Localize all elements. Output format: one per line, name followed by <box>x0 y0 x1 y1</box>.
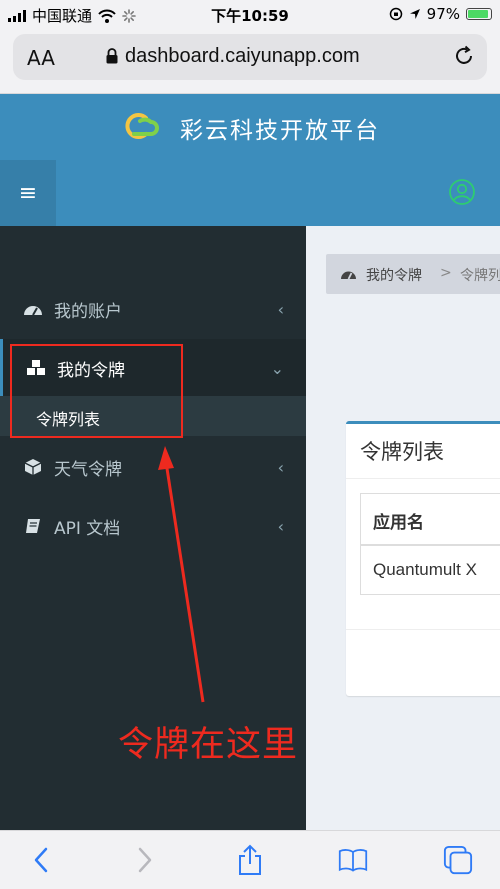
user-avatar-icon[interactable] <box>448 178 476 206</box>
top-navbar: ≡ <box>0 160 500 226</box>
breadcrumb-current: 令牌列表 <box>460 268 500 284</box>
table-row[interactable]: Quantumult X <box>361 546 500 596</box>
battery-percent: 97% <box>426 5 460 23</box>
box-footer <box>346 629 500 630</box>
forward-button[interactable] <box>130 845 160 875</box>
sidebar-item-label: 天气令牌 <box>54 459 122 480</box>
text-size-button[interactable]: AA <box>27 46 55 70</box>
tabs-button[interactable] <box>443 845 473 875</box>
chevron-left-icon: ‹ <box>277 516 284 536</box>
chevron-left-icon: ‹ <box>277 299 284 319</box>
orientation-lock-icon <box>389 7 402 21</box>
battery-icon <box>466 8 492 20</box>
caiyun-logo-icon <box>125 113 159 139</box>
chevron-right-icon <box>138 847 152 873</box>
book-icon <box>22 515 44 537</box>
url-text[interactable]: dashboard.caiyunapp.com <box>125 45 360 68</box>
sidebar-item-my-account[interactable]: 我的账户 ‹ <box>0 280 306 338</box>
status-right: 97% <box>389 5 492 23</box>
breadcrumb-link-my-tokens[interactable]: 我的令牌 <box>366 265 422 285</box>
annotation-label: 令牌在这里 <box>118 725 299 765</box>
annotation-highlight-box <box>10 344 183 438</box>
share-button[interactable] <box>235 844 265 875</box>
share-icon <box>239 844 261 875</box>
cube-icon <box>22 456 44 478</box>
bookmarks-button[interactable] <box>338 845 368 875</box>
table-header-app-name: 应用名 <box>361 494 500 546</box>
hamburger-icon: ≡ <box>18 180 38 206</box>
book-open-icon <box>338 849 368 872</box>
chevron-left-icon: ‹ <box>277 457 284 477</box>
table-cell-app-name: Quantumult X <box>373 560 477 579</box>
breadcrumb: 我的令牌 > 令牌列表 <box>326 254 500 294</box>
reload-icon[interactable] <box>453 45 475 67</box>
site-header: 彩云科技开放平台 <box>0 94 500 160</box>
token-table: 应用名 Quantumult X <box>360 493 500 595</box>
token-list-box: 令牌列表 应用名 Quantumult X <box>346 421 500 696</box>
dashboard-gauge-icon <box>341 271 356 280</box>
back-button[interactable] <box>26 845 56 875</box>
box-divider <box>346 478 500 479</box>
sidebar-item-label: API 文档 <box>54 518 121 539</box>
browser-address-area: AA dashboard.caiyunapp.com <box>0 28 500 94</box>
main-content: 我的令牌 > 令牌列表 令牌列表 应用名 Quantumult X <box>306 226 500 830</box>
lock-icon <box>106 48 118 64</box>
browser-toolbar <box>0 830 500 889</box>
sidebar-item-label: 我的账户 <box>54 301 122 322</box>
address-bar[interactable]: AA dashboard.caiyunapp.com <box>13 34 487 80</box>
chevron-left-icon <box>34 847 48 873</box>
sidebar-item-weather-token[interactable]: 天气令牌 ‹ <box>0 438 306 496</box>
breadcrumb-separator: > <box>440 265 452 281</box>
menu-toggle-button[interactable]: ≡ <box>0 160 56 226</box>
location-arrow-icon <box>409 9 420 19</box>
status-bar: 中国联通 下午10:59 97% <box>0 0 500 28</box>
box-title: 令牌列表 <box>360 440 444 464</box>
site-title: 彩云科技开放平台 <box>180 118 380 144</box>
chevron-down-icon: ⌄ <box>270 358 284 378</box>
tabs-icon <box>443 845 473 875</box>
sidebar-item-api-docs[interactable]: API 文档 ‹ <box>0 497 306 555</box>
dashboard-gauge-icon <box>22 298 44 320</box>
